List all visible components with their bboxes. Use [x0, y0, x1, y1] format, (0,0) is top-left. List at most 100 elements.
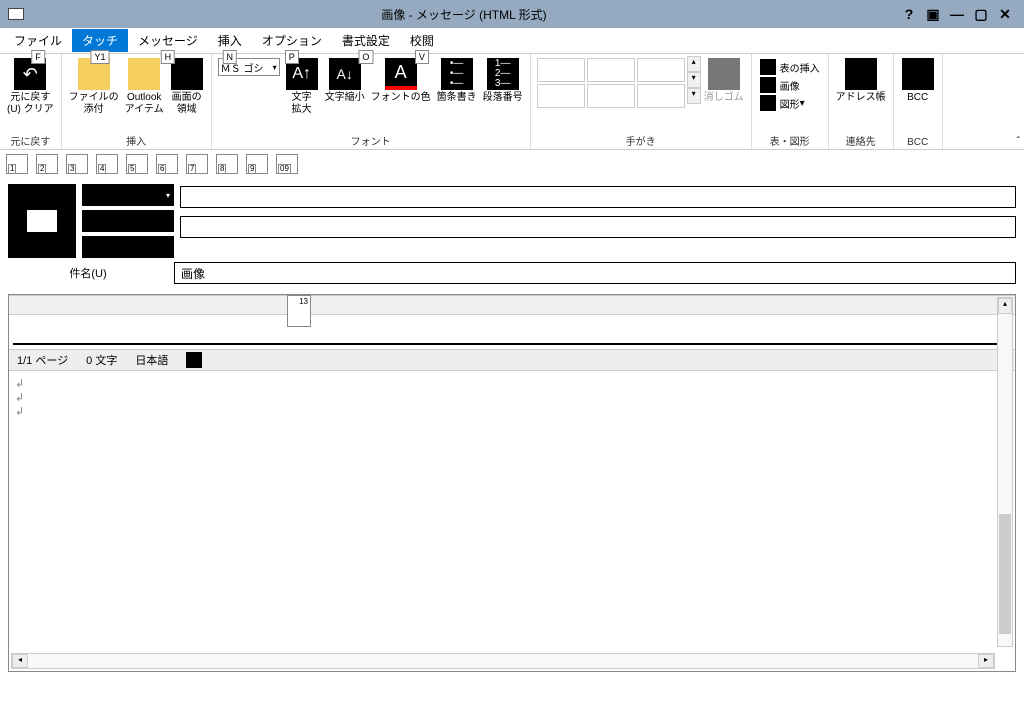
insert-image-button[interactable]: 画像 [760, 76, 800, 94]
horizontal-ruler[interactable] [9, 295, 1015, 315]
group-undo: ↶元に戻す (U) クリア 元に戻す [0, 54, 62, 149]
separator-line [13, 343, 1011, 345]
gallery-up-button[interactable]: ▴ [687, 56, 701, 72]
tab-review[interactable]: 校閲V [400, 29, 444, 52]
keytip-insert: N [223, 50, 238, 64]
font-enlarge-button[interactable]: A↑文字 拡大 [282, 56, 322, 118]
send-button[interactable] [82, 184, 174, 206]
gallery-down-button[interactable]: ▾ [687, 72, 701, 88]
horizontal-scrollbar[interactable]: ◂ ▸ [11, 653, 995, 669]
thumbnail-icon [27, 210, 57, 232]
char-count: 0 文字 [86, 352, 117, 368]
qat-item-8[interactable]: 8 [216, 154, 238, 174]
ribbon: ↶元に戻す (U) クリア 元に戻す ファイルの 添付 Outlook アイテム… [0, 54, 1024, 150]
bullets-button[interactable]: •—•—•—箇条書き [434, 56, 480, 118]
screen-icon [171, 58, 203, 90]
minimize-button[interactable]: — [946, 4, 968, 24]
insert-shape-button[interactable]: 図形 ▾ [760, 94, 805, 112]
address-book-button[interactable]: アドレス帳 [833, 56, 889, 106]
keytip-touch: Y1 [91, 50, 110, 64]
ribbon-collapse-button[interactable]: ˆ [1017, 136, 1020, 147]
scroll-left-button[interactable]: ◂ [12, 654, 28, 668]
bcc-button[interactable]: BCC [898, 56, 938, 106]
message-body[interactable]: ↲↲↲ [9, 371, 1015, 671]
quick-access-toolbar: 1 2 3 4 5 6 7 8 9 09 [0, 150, 1024, 178]
numbering-button[interactable]: 1—2—3—段落番号 [480, 56, 526, 118]
qat-item-2[interactable]: 2 [36, 154, 58, 174]
undo-button[interactable]: ↶元に戻す (U) クリア [4, 56, 57, 118]
ruler-marker[interactable]: 13 [287, 295, 311, 327]
keyboard-icon[interactable] [186, 352, 202, 368]
page-status: 1/1 ページ [17, 352, 68, 368]
address-buttons [82, 184, 174, 258]
to-button[interactable] [82, 210, 174, 232]
vertical-scrollbar[interactable]: ▴ [997, 297, 1013, 647]
image-icon [760, 77, 776, 93]
group-font: ＭＳ ゴシ▾ A↑文字 拡大 A↓文字縮小 Aフォントの色 •—•—•—箇条書き… [212, 54, 531, 149]
gallery-more-button[interactable]: ▾ [687, 88, 701, 104]
bcc-icon [902, 58, 934, 90]
group-label-contacts: 連絡先 [833, 132, 889, 149]
close-button[interactable]: ✕ [994, 4, 1016, 24]
scroll-right-button[interactable]: ▸ [978, 654, 994, 668]
scroll-track[interactable] [28, 654, 978, 668]
qat-item-9[interactable]: 9 [246, 154, 268, 174]
font-shrink-button[interactable]: A↓文字縮小 [322, 56, 368, 118]
pen-gallery[interactable] [537, 58, 685, 108]
language-status: 日本語 [135, 352, 168, 368]
app-icon [8, 8, 24, 20]
qat-item-6[interactable]: 6 [156, 154, 178, 174]
cc-field[interactable] [180, 216, 1016, 238]
tab-format[interactable]: 書式設定O [332, 29, 400, 52]
ribbon-tabs: ファイルF タッチY1 メッセージH 挿入N オプションP 書式設定O 校閲V [0, 28, 1024, 54]
address-book-icon [845, 58, 877, 90]
keytip-format: O [358, 50, 373, 64]
group-contacts: アドレス帳 連絡先 [829, 54, 894, 149]
address-fields [180, 186, 1016, 258]
font-shrink-icon: A↓ [329, 58, 361, 90]
subject-row: 件名(U) [0, 258, 1024, 290]
screen-region-button[interactable]: 画面の 領域 [167, 56, 207, 118]
group-bcc: BCC BCC [894, 54, 943, 149]
maximize-button[interactable]: ▢ [970, 4, 992, 24]
qat-item-1[interactable]: 1 [6, 154, 28, 174]
insert-table-button[interactable]: 表の挿入 [760, 58, 820, 76]
title-bar: 画像 - メッセージ (HTML 形式) ? ▣ — ▢ ✕ [0, 0, 1024, 28]
group-label-bcc: BCC [898, 136, 938, 149]
tab-option[interactable]: オプションP [252, 29, 332, 52]
qat-item-7[interactable]: 7 [186, 154, 208, 174]
eraser-button[interactable]: 消しゴム [701, 56, 747, 106]
group-label-hand: 手がき [535, 132, 747, 149]
attachment-thumbnail[interactable] [8, 184, 76, 258]
tab-insert[interactable]: 挿入N [208, 29, 252, 52]
qat-item-10[interactable]: 09 [276, 154, 298, 174]
qat-item-3[interactable]: 3 [66, 154, 88, 174]
qat-item-5[interactable]: 5 [126, 154, 148, 174]
font-color-icon: A [385, 58, 417, 90]
tab-file[interactable]: ファイルF [4, 29, 72, 52]
chevron-down-icon: ▾ [273, 63, 277, 72]
font-color-button[interactable]: Aフォントの色 [368, 56, 434, 118]
bullets-icon: •—•—•— [441, 58, 473, 90]
tab-touch[interactable]: タッチY1 [72, 29, 128, 52]
tab-message[interactable]: メッセージH [128, 29, 208, 52]
qat-item-4[interactable]: 4 [96, 154, 118, 174]
envelope-icon [128, 58, 160, 90]
group-label-undo: 元に戻す [4, 132, 57, 149]
numbering-icon: 1—2—3— [487, 58, 519, 90]
keytip-message: H [161, 50, 176, 64]
cc-button[interactable] [82, 236, 174, 258]
to-field[interactable] [180, 186, 1016, 208]
ribbon-toggle-button[interactable]: ▣ [922, 4, 944, 24]
gallery-scroll: ▴ ▾ ▾ [687, 56, 701, 104]
scroll-thumb[interactable] [999, 514, 1011, 634]
outlook-item-button[interactable]: Outlook アイテム [122, 56, 167, 118]
group-label-insert: 挿入 [66, 132, 207, 149]
subject-field[interactable] [174, 262, 1016, 284]
message-header [0, 178, 1024, 258]
group-label-table: 表・図形 [756, 132, 824, 149]
group-table-shape: 表の挿入 画像 図形 ▾ 表・図形 [752, 54, 829, 149]
scroll-up-button[interactable]: ▴ [998, 298, 1012, 314]
attach-file-button[interactable]: ファイルの 添付 [66, 56, 122, 118]
help-button[interactable]: ? [898, 4, 920, 24]
